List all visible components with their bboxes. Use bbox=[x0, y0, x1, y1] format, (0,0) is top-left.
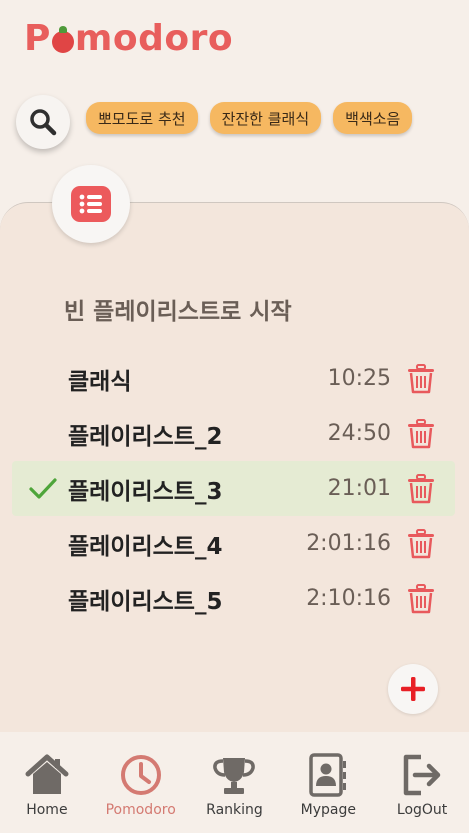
playlist-duration: 2:01:16 bbox=[306, 531, 391, 556]
nav-logout[interactable]: LogOut bbox=[375, 732, 469, 833]
playlist-duration: 24:50 bbox=[327, 421, 391, 446]
playlist-name: 플레이리스트_3 bbox=[68, 478, 223, 505]
playlist-duration: 10:25 bbox=[327, 366, 391, 391]
playlist-duration: 2:10:16 bbox=[306, 586, 391, 611]
playlist-row[interactable]: 클래식 10:25 bbox=[12, 351, 455, 406]
search-icon bbox=[30, 109, 57, 136]
tomato-icon bbox=[51, 25, 74, 53]
start-empty-playlist[interactable]: 빈 플레이리스트로 시작 bbox=[64, 292, 292, 326]
nav-label: Pomodoro bbox=[105, 802, 176, 818]
playlist-name: 플레이리스트_4 bbox=[68, 533, 223, 560]
nav-label: LogOut bbox=[396, 802, 448, 818]
logo-prefix: P bbox=[24, 18, 51, 59]
playlist-row[interactable]: 플레이리스트_4 2:01:16 bbox=[12, 516, 455, 571]
playlist-row[interactable]: 플레이리스트_2 24:50 bbox=[12, 406, 455, 461]
chip-pomodoro-recommend[interactable]: 뽀모도로 추천 bbox=[86, 102, 198, 134]
logo-suffix: modoro bbox=[74, 18, 234, 59]
playlist-name: 플레이리스트_2 bbox=[68, 423, 223, 450]
logout-icon bbox=[403, 754, 441, 796]
nav-label: Home bbox=[26, 802, 68, 818]
nav-label: Ranking bbox=[206, 802, 263, 818]
trash-icon[interactable] bbox=[405, 528, 437, 560]
trash-icon[interactable] bbox=[405, 473, 437, 505]
list-icon bbox=[71, 186, 111, 222]
app-logo: Pmodoro bbox=[24, 18, 233, 59]
bottom-nav: Home Pomodoro Ranking Mypage LogOut bbox=[0, 732, 469, 833]
nav-home[interactable]: Home bbox=[0, 732, 94, 833]
nav-pomodoro[interactable]: Pomodoro bbox=[94, 732, 188, 833]
nav-label: Mypage bbox=[300, 802, 356, 818]
trophy-icon bbox=[213, 758, 256, 794]
playlist-row-selected[interactable]: 플레이리스트_3 21:01 bbox=[12, 461, 455, 516]
trash-icon[interactable] bbox=[405, 363, 437, 395]
nav-mypage[interactable]: Mypage bbox=[281, 732, 375, 833]
chip-calm-classic[interactable]: 잔잔한 클래식 bbox=[209, 102, 322, 134]
playlist-menu-button[interactable] bbox=[52, 165, 130, 243]
home-icon bbox=[25, 754, 69, 794]
playlist-name: 클래식 bbox=[68, 368, 132, 395]
playlist-row[interactable]: 플레이리스트_5 2:10:16 bbox=[12, 571, 455, 626]
playlist-name: 플레이리스트_5 bbox=[68, 588, 223, 615]
search-button[interactable] bbox=[16, 95, 70, 149]
playlist-list: 클래식 10:25 플레이리스트_2 24:50 플레이리스트_3 21:01 bbox=[12, 351, 455, 626]
clock-icon bbox=[120, 755, 161, 795]
check-icon bbox=[29, 478, 57, 499]
nav-ranking[interactable]: Ranking bbox=[188, 732, 282, 833]
recommend-chips: 뽀모도로 추천 잔잔한 클래식 백색소음 bbox=[86, 102, 413, 134]
trash-icon[interactable] bbox=[405, 583, 437, 615]
trash-icon[interactable] bbox=[405, 418, 437, 450]
chip-white-noise[interactable]: 백색소음 bbox=[333, 102, 413, 134]
playlist-duration: 21:01 bbox=[327, 476, 391, 501]
add-playlist-button[interactable] bbox=[388, 664, 438, 714]
plus-icon bbox=[401, 677, 425, 701]
contact-book-icon bbox=[309, 753, 347, 797]
